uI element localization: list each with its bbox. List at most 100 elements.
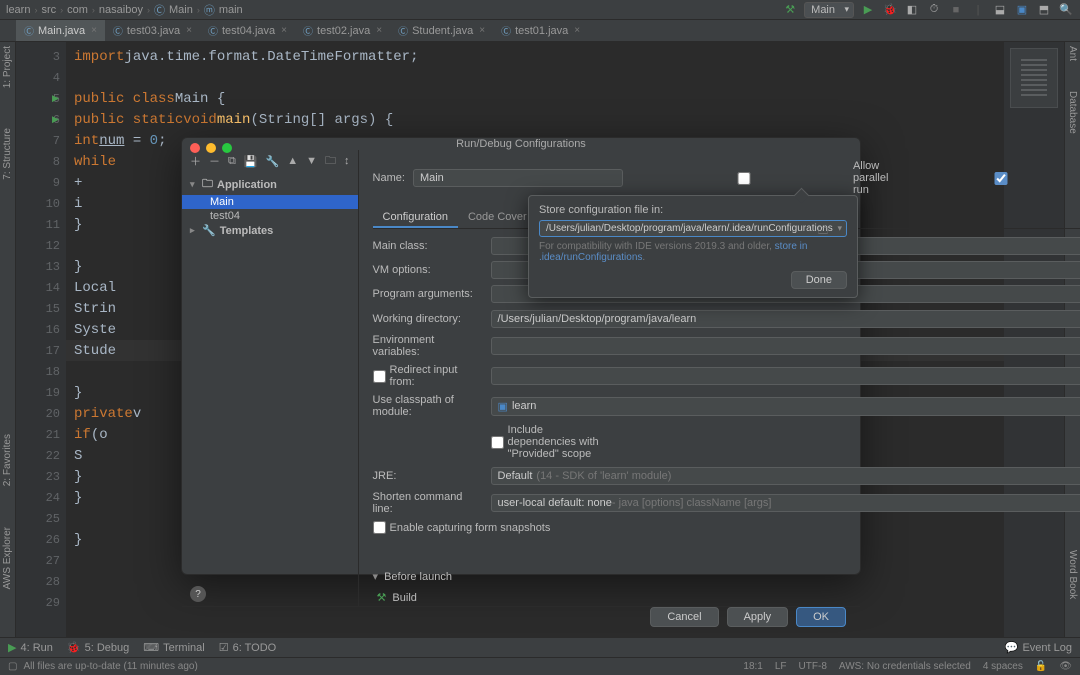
- bottom-toolwindow-bar: ▶4: Run 🐞5: Debug ⌨Terminal ☑6: TODO 💬Ev…: [0, 637, 1080, 657]
- tree-application[interactable]: ▾🗀Application: [182, 174, 358, 195]
- stop-icon[interactable]: ■: [948, 2, 964, 18]
- tree-test04[interactable]: test04: [182, 209, 358, 223]
- tree-main[interactable]: Main: [182, 195, 358, 209]
- env-vars-input[interactable]: [491, 337, 1080, 355]
- status-toggle-icon[interactable]: ▢: [8, 661, 17, 672]
- tab-student[interactable]: ⒸStudent.java×: [390, 20, 493, 41]
- breadcrumb[interactable]: learn› src› com› nasaiboy› ⒸMain› ⓜmain: [6, 2, 782, 18]
- store-project-checkbox[interactable]: Store as project file: [896, 154, 1080, 202]
- crumb[interactable]: src: [41, 4, 56, 16]
- redirect-input-checkbox[interactable]: Redirect input from:: [373, 364, 483, 388]
- profile-icon[interactable]: ⏱: [926, 2, 942, 18]
- edit-config-icon[interactable]: 🔧: [266, 155, 280, 168]
- close-icon[interactable]: ×: [91, 25, 97, 36]
- config-tree[interactable]: ▾🗀Application Main test04 ▸🔧Templates: [182, 172, 358, 582]
- tool-eventlog[interactable]: 💬Event Log: [1005, 641, 1072, 654]
- tool-structure[interactable]: 7: Structure: [2, 128, 13, 180]
- popover-hint: For compatibility with IDE versions 2019…: [539, 241, 847, 263]
- close-icon[interactable]: ×: [479, 25, 485, 36]
- git-push-icon[interactable]: ⬒: [1036, 2, 1052, 18]
- aws-status[interactable]: AWS: No credentials selected: [839, 661, 971, 672]
- close-window-icon[interactable]: [190, 143, 200, 153]
- tool-todo[interactable]: ☑6: TODO: [219, 641, 276, 654]
- close-icon[interactable]: ×: [281, 25, 287, 36]
- git-commit-icon[interactable]: ▣: [1014, 2, 1030, 18]
- before-launch-section: ▾Before launch ⚒Build: [373, 570, 1080, 606]
- name-input[interactable]: [413, 169, 623, 187]
- allow-parallel-checkbox[interactable]: Allow parallel run: [639, 160, 888, 196]
- before-launch-build[interactable]: ⚒Build: [373, 589, 1080, 606]
- collapse-icon[interactable]: ▾: [373, 570, 379, 583]
- remove-config-icon[interactable]: －: [209, 153, 220, 169]
- up-icon[interactable]: ▲: [287, 155, 298, 167]
- crumb[interactable]: nasaiboy: [99, 4, 143, 16]
- copy-config-icon[interactable]: ⧉: [228, 155, 236, 168]
- tab-test03[interactable]: Ⓒtest03.java×: [105, 20, 200, 41]
- done-button[interactable]: Done: [791, 271, 847, 289]
- program-args-label: Program arguments:: [373, 288, 483, 300]
- encoding[interactable]: UTF-8: [799, 661, 827, 672]
- tool-favorites[interactable]: 2: Favorites: [2, 434, 13, 486]
- tool-terminal[interactable]: ⌨Terminal: [143, 641, 204, 654]
- search-icon[interactable]: 🔍: [1058, 2, 1074, 18]
- run-icon[interactable]: ▶: [860, 2, 876, 18]
- tool-run[interactable]: ▶4: Run: [8, 641, 53, 654]
- help-icon[interactable]: ?: [190, 586, 206, 602]
- tool-project[interactable]: 1: Project: [2, 46, 13, 88]
- dialog-titlebar[interactable]: Run/Debug Configurations: [182, 138, 860, 150]
- coverage-icon[interactable]: ◧: [904, 2, 920, 18]
- popover-path-input[interactable]: /Users/julian/Desktop/program/java/learn…: [539, 220, 847, 237]
- save-config-icon[interactable]: 💾: [244, 155, 258, 168]
- tool-aws[interactable]: AWS Explorer: [2, 527, 13, 589]
- down-icon[interactable]: ▼: [306, 155, 317, 167]
- tool-database[interactable]: Database: [1067, 91, 1078, 134]
- tool-ant[interactable]: Ant: [1067, 46, 1078, 61]
- inspection-icon[interactable]: 👁: [1059, 661, 1072, 672]
- close-icon[interactable]: ×: [376, 25, 382, 36]
- close-icon[interactable]: ×: [186, 25, 192, 36]
- tool-debug[interactable]: 🐞5: Debug: [67, 641, 129, 654]
- tab-test01[interactable]: Ⓒtest01.java×: [493, 20, 588, 41]
- snapshots-checkbox[interactable]: Enable capturing form snapshots: [373, 521, 1080, 534]
- name-label: Name:: [373, 172, 405, 184]
- crumb[interactable]: Main: [169, 4, 193, 16]
- tab-test04[interactable]: Ⓒtest04.java×: [200, 20, 295, 41]
- crumb[interactable]: learn: [6, 4, 30, 16]
- tab-configuration[interactable]: Configuration: [373, 208, 458, 228]
- shorten-select[interactable]: user-local default: none - java [options…: [491, 494, 1080, 512]
- classpath-select[interactable]: ▣learn: [491, 397, 1080, 416]
- zoom-window-icon[interactable]: [222, 143, 232, 153]
- dialog-buttons: Cancel Apply OK: [182, 606, 860, 627]
- indent[interactable]: 4 spaces: [983, 661, 1023, 672]
- lock-icon[interactable]: 🔓: [1035, 661, 1047, 672]
- tab-main[interactable]: ⒸMain.java×: [16, 20, 105, 41]
- cancel-button[interactable]: Cancel: [650, 607, 718, 627]
- include-provided-checkbox[interactable]: Include dependencies with "Provided" sco…: [491, 424, 601, 460]
- store-config-popover: Store configuration file in: /Users/juli…: [528, 195, 858, 298]
- close-icon[interactable]: ×: [574, 25, 580, 36]
- sep: |: [970, 2, 986, 18]
- crumb[interactable]: com: [67, 4, 88, 16]
- debug-icon[interactable]: 🐞: [882, 2, 898, 18]
- line-ending[interactable]: LF: [775, 661, 787, 672]
- tree-templates[interactable]: ▸🔧Templates: [182, 223, 358, 238]
- status-message: All files are up-to-date (11 minutes ago…: [23, 661, 197, 672]
- shorten-label: Shorten command line:: [373, 491, 483, 515]
- tab-coverage[interactable]: Code Cover: [458, 208, 537, 228]
- crumb[interactable]: main: [219, 4, 243, 16]
- run-config-selector[interactable]: Main: [804, 2, 854, 18]
- gutter[interactable]: 345▶6▶7891011121314151617181920212223242…: [16, 42, 66, 637]
- ok-button[interactable]: OK: [796, 607, 846, 627]
- caret-position[interactable]: 18:1: [743, 661, 762, 672]
- expand-icon[interactable]: ↕: [344, 155, 350, 167]
- folder-icon[interactable]: 🗀: [325, 152, 336, 171]
- jre-select[interactable]: Default(14 - SDK of 'learn' module): [491, 467, 1080, 485]
- minimize-window-icon[interactable]: [206, 143, 216, 153]
- browse-icon[interactable]: 🗀: [818, 224, 828, 241]
- add-config-icon[interactable]: ＋: [190, 153, 201, 169]
- build-icon[interactable]: ⚒: [782, 2, 798, 18]
- apply-button[interactable]: Apply: [727, 607, 789, 627]
- git-update-icon[interactable]: ⬓: [992, 2, 1008, 18]
- working-dir-input[interactable]: /Users/julian/Desktop/program/java/learn: [491, 310, 1080, 328]
- tab-test02[interactable]: Ⓒtest02.java×: [295, 20, 390, 41]
